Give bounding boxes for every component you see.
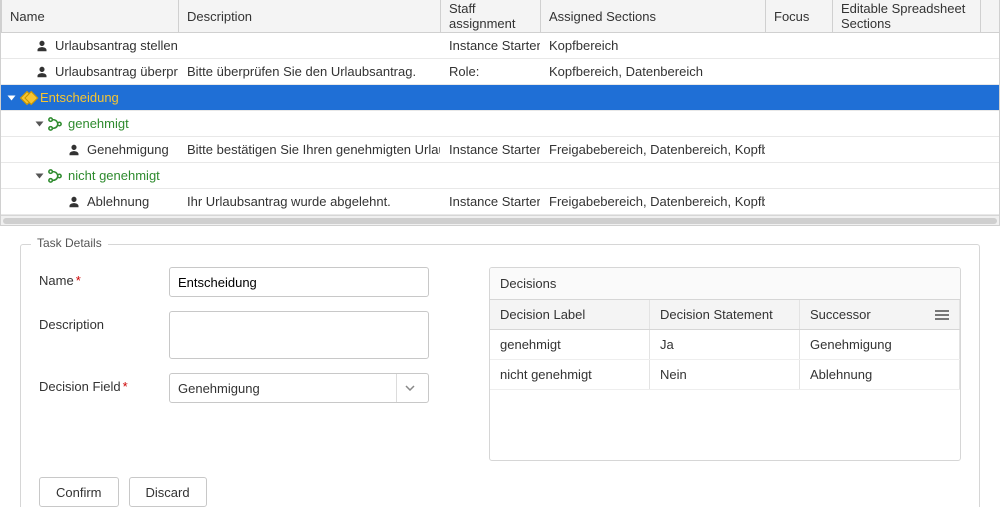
cell-staff: Instance Starter	[441, 33, 541, 58]
cell-sections	[541, 85, 766, 110]
cell-staff	[441, 111, 541, 136]
cell-sections: Freigabebereich, Datenbereich, Kopfberei…	[541, 189, 766, 214]
decision-field-value: Genehmigung	[178, 381, 260, 396]
cell-description	[179, 85, 441, 110]
cell-description: Bitte überprüfen Sie den Urlaubsantrag.	[179, 59, 441, 84]
cell-editable	[833, 163, 981, 188]
decision-icon	[17, 88, 37, 108]
scroll-thumb[interactable]	[3, 218, 997, 224]
menu-icon[interactable]	[935, 310, 949, 320]
decision-field-label: Decision Field*	[39, 373, 169, 394]
grid-row[interactable]: Urlaubsantrag überprüfBitte überprüfen S…	[1, 59, 999, 85]
col-header-description[interactable]: Description	[179, 0, 441, 32]
name-input[interactable]	[169, 267, 429, 297]
person-icon	[67, 195, 81, 209]
decisions-header: Decision Label Decision Statement Succes…	[490, 300, 960, 330]
cell-focus	[766, 111, 833, 136]
cell-staff: Instance Starter	[441, 189, 541, 214]
grid-row[interactable]: Ablehnung Ihr Urlaubsantrag wurde abgeleh…	[1, 189, 999, 215]
cell-sections: Kopfbereich	[541, 33, 766, 58]
cell-editable	[833, 59, 981, 84]
name-label: Name*	[39, 267, 169, 288]
decisions-table: Decisions Decision Label Decision Statem…	[489, 267, 961, 461]
dec-successor: Ablehnung	[800, 360, 960, 389]
confirm-button[interactable]: Confirm	[39, 477, 119, 507]
grid-body: Urlaubsantrag stellenInstance StarterKop…	[1, 33, 999, 215]
dec-successor: Genehmigung	[800, 330, 960, 359]
cell-staff: Instance Starter	[441, 137, 541, 162]
person-icon	[35, 65, 49, 79]
cell-focus	[766, 189, 833, 214]
cell-sections	[541, 111, 766, 136]
cell-description: Bitte bestätigen Sie Ihren genehmigten U…	[179, 137, 441, 162]
dec-col-successor[interactable]: Successor	[800, 300, 960, 329]
branch-icon	[48, 169, 62, 183]
decision-field-combo[interactable]: Genehmigung	[169, 373, 429, 403]
cell-staff	[441, 85, 541, 110]
cell-description	[179, 163, 441, 188]
col-header-focus[interactable]: Focus	[766, 0, 833, 32]
expand-icon[interactable]	[36, 173, 44, 178]
cell-sections	[541, 163, 766, 188]
cell-focus	[766, 33, 833, 58]
col-header-sections[interactable]: Assigned Sections	[541, 0, 766, 32]
chevron-down-icon[interactable]	[396, 374, 422, 402]
row-name: Ablehnung	[87, 194, 149, 209]
cell-focus	[766, 137, 833, 162]
col-header-editable[interactable]: Editable Spreadsheet Sections	[833, 0, 981, 32]
col-header-name[interactable]: Name	[1, 0, 179, 32]
expand-icon[interactable]	[36, 121, 44, 126]
person-icon	[67, 143, 81, 157]
row-name: Genehmigung	[87, 142, 169, 157]
cell-description: Ihr Urlaubsantrag wurde abgelehnt.	[179, 189, 441, 214]
branch-icon	[48, 117, 62, 131]
task-tree-grid[interactable]: Name Description Staff assignment Assign…	[0, 0, 1000, 226]
row-name: nicht genehmigt	[68, 168, 160, 183]
col-header-staff[interactable]: Staff assignment	[441, 0, 541, 32]
grid-row[interactable]: Entscheidung	[1, 85, 999, 111]
row-name: Urlaubsantrag überprüf	[55, 64, 179, 79]
cell-sections: Kopfbereich, Datenbereich	[541, 59, 766, 84]
decision-row[interactable]: nicht genehmigtNeinAblehnung	[490, 360, 960, 390]
task-details-panel: Task Details Name* Description Decision …	[20, 244, 980, 507]
cell-focus	[766, 85, 833, 110]
cell-editable	[833, 33, 981, 58]
grid-row[interactable]: Genehmigung Bitte bestätigen Sie Ihren ge…	[1, 137, 999, 163]
row-name: Urlaubsantrag stellen	[55, 38, 178, 53]
grid-row[interactable]: nicht genehmigt	[1, 163, 999, 189]
cell-focus	[766, 59, 833, 84]
row-name: genehmigt	[68, 116, 129, 131]
dec-col-label[interactable]: Decision Label	[490, 300, 650, 329]
cell-editable	[833, 111, 981, 136]
cell-description	[179, 33, 441, 58]
grid-header: Name Description Staff assignment Assign…	[1, 0, 999, 33]
dec-col-statement[interactable]: Decision Statement	[650, 300, 800, 329]
horizontal-scrollbar[interactable]	[1, 215, 999, 225]
description-label: Description	[39, 311, 169, 332]
expand-icon[interactable]	[8, 95, 16, 100]
row-name: Entscheidung	[40, 90, 119, 105]
panel-title: Task Details	[31, 236, 108, 250]
cell-editable	[833, 189, 981, 214]
dec-label: genehmigt	[490, 330, 650, 359]
form-column: Name* Description Decision Field* Genehm…	[39, 267, 459, 461]
grid-row[interactable]: Urlaubsantrag stellen Instance StarterKop…	[1, 33, 999, 59]
cell-focus	[766, 163, 833, 188]
cell-staff: Role:	[441, 59, 541, 84]
discard-button[interactable]: Discard	[129, 477, 207, 507]
grid-row[interactable]: genehmigt	[1, 111, 999, 137]
description-textarea[interactable]	[169, 311, 429, 359]
decision-row[interactable]: genehmigtJaGenehmigung	[490, 330, 960, 360]
decisions-title: Decisions	[490, 268, 960, 300]
cell-editable	[833, 85, 981, 110]
person-icon	[35, 39, 49, 53]
cell-sections: Freigabebereich, Datenbereich, Kopfberei…	[541, 137, 766, 162]
dec-label: nicht genehmigt	[490, 360, 650, 389]
cell-staff	[441, 163, 541, 188]
cell-editable	[833, 137, 981, 162]
dec-statement: Ja	[650, 330, 800, 359]
dec-statement: Nein	[650, 360, 800, 389]
cell-description	[179, 111, 441, 136]
